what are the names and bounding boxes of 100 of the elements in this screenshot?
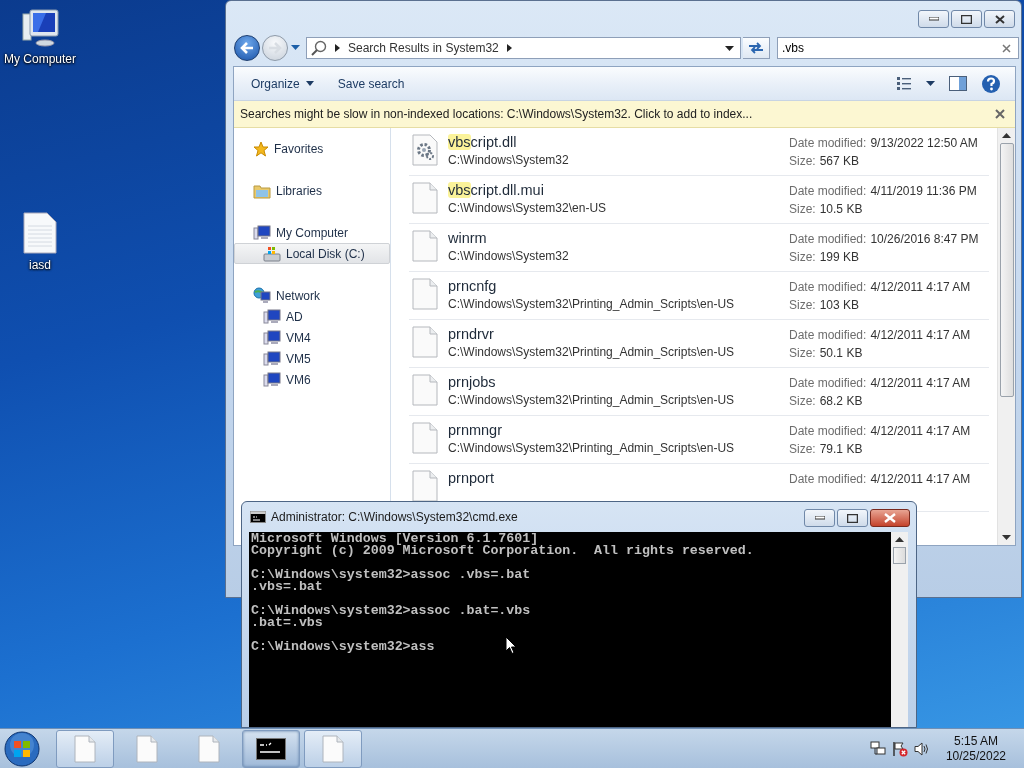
console-line: Copyright (c) 2009 Microsoft Corporation. All rights reserved. [251, 545, 754, 557]
nav-item[interactable]: Favorites [234, 138, 390, 159]
file-icon [412, 278, 438, 310]
file-name[interactable]: winrm [448, 228, 487, 248]
file-size: 68.2 KB [819, 393, 863, 410]
close-button[interactable] [984, 10, 1015, 28]
text-file-icon[interactable] [23, 212, 57, 254]
scrollbar-thumb[interactable] [999, 143, 1014, 397]
console-icon [250, 511, 266, 523]
size-label: Size: [789, 249, 816, 266]
computer-icon [263, 371, 281, 388]
file-size: 10.5 KB [819, 201, 863, 218]
date-label: Date modified: [789, 279, 867, 296]
console-line: .vbs=.bat [251, 581, 323, 593]
mouse-pointer-icon [505, 636, 517, 655]
computer-icon[interactable] [20, 8, 60, 48]
date-modified: 10/26/2016 8:47 PM [870, 231, 979, 248]
file-icon [412, 230, 438, 262]
date-modified: 4/12/2011 4:17 AM [870, 327, 971, 344]
scroll-up-arrow-icon[interactable] [895, 537, 904, 542]
search-icon [311, 40, 327, 56]
drive-icon [263, 245, 281, 262]
refresh-button[interactable] [743, 37, 770, 59]
file-name[interactable]: vbscript.dll.mui [448, 180, 544, 200]
file-name[interactable]: prnmngr [448, 420, 502, 440]
document-icon [198, 734, 220, 763]
date-label: Date modified: [789, 471, 867, 488]
date-modified: 4/12/2011 4:17 AM [870, 279, 971, 296]
speaker-icon[interactable] [913, 740, 930, 757]
nav-item[interactable]: Libraries [234, 180, 390, 201]
restore-icon [847, 513, 858, 523]
save-search-button[interactable]: Save search [330, 72, 412, 95]
search-field[interactable]: .vbs [777, 37, 1019, 59]
file-name[interactable]: vbscript.dll [448, 132, 517, 152]
desktop-icon-label: My Computer [4, 52, 76, 66]
date-label: Date modified: [789, 423, 867, 440]
computer-icon [263, 350, 281, 367]
close-icon [884, 513, 896, 523]
caret-icon [305, 81, 314, 86]
file-name[interactable]: prncnfg [448, 276, 497, 296]
organize-menu[interactable]: Organize [244, 72, 321, 95]
size-label: Size: [789, 153, 816, 170]
console-icon [256, 737, 286, 760]
chevron-icon[interactable] [506, 44, 512, 52]
breadcrumb[interactable]: Search Results in System32 [348, 41, 499, 55]
nav-item[interactable]: My Computer [234, 222, 390, 243]
maximize-button[interactable] [951, 10, 982, 28]
file-path: C:\Windows\System32\Printing_Admin_Scripts\en-US [448, 392, 735, 409]
clock-time[interactable]: 5:15 AM [953, 733, 998, 749]
flag-icon[interactable] [891, 740, 908, 757]
close-button[interactable] [870, 509, 910, 527]
info-bar[interactable]: Searches might be slow in non-indexed locations: C:\Windows\System32. Click to add to index... [234, 101, 1015, 128]
close-icon [994, 14, 1005, 24]
maximize-button[interactable] [837, 509, 868, 527]
nav-item[interactable]: VM5 [234, 348, 390, 369]
network-icon[interactable] [869, 740, 886, 757]
nav-item[interactable]: Local Disk (C:) [234, 243, 390, 264]
scrollbar[interactable] [891, 532, 908, 727]
console-line: Microsoft Windows [Version 6.1.7601] [251, 533, 539, 545]
back-arrow-icon [240, 42, 254, 54]
date-label: Date modified: [789, 375, 867, 392]
address-bar[interactable]: Search Results in System32 [306, 37, 741, 59]
file-name[interactable]: prndrvr [448, 324, 494, 344]
nav-item[interactable]: AD [234, 306, 390, 327]
nav-item[interactable]: VM4 [234, 327, 390, 348]
network-icon [253, 287, 271, 304]
scrollbar-thumb[interactable] [893, 547, 906, 564]
nav-item[interactable]: Network [234, 285, 390, 306]
info-bar-message: Searches might be slow in non-indexed locations: C:\Windows\System32. Click to add to index... [240, 107, 753, 121]
nav-item[interactable]: VM6 [234, 369, 390, 390]
list-view-icon [896, 75, 912, 92]
window-title: Administrator: C:\Windows\System32\cmd.exe [271, 510, 518, 524]
computer-icon [263, 308, 281, 325]
file-name[interactable]: prnjobs [448, 372, 496, 392]
file-icon [412, 326, 438, 358]
console-line: C:\Windows\system32>assoc .vbs=.bat [251, 569, 531, 581]
star-icon [253, 140, 269, 157]
scroll-down-arrow-icon[interactable] [1002, 535, 1011, 540]
clock-date[interactable]: 10/25/2022 [945, 748, 1006, 764]
minimize-icon [928, 17, 939, 21]
back-button[interactable] [234, 35, 260, 61]
document-icon [136, 734, 158, 763]
file-path: C:\Windows\System32 [448, 248, 569, 265]
size-label: Size: [789, 441, 816, 458]
size-label: Size: [789, 201, 816, 218]
caret-icon [926, 81, 935, 86]
file-path: C:\Windows\System32\en-US [448, 200, 607, 217]
document-icon [322, 734, 344, 763]
date-label: Date modified: [789, 135, 867, 152]
folder-icon [253, 182, 271, 199]
chevron-icon[interactable] [335, 44, 340, 52]
close-icon[interactable] [995, 109, 1005, 119]
caret-icon[interactable] [725, 45, 734, 51]
clear-icon[interactable] [1002, 44, 1011, 53]
taskbar-button[interactable] [242, 729, 300, 768]
scrollbar[interactable] [997, 128, 1015, 545]
scroll-up-arrow-icon[interactable] [1002, 133, 1011, 138]
file-name[interactable]: prnport [448, 468, 494, 488]
console-line: .bat=.vbs [251, 617, 323, 629]
console-line: C:\Windows\system32>assoc .bat=.vbs [251, 605, 531, 617]
